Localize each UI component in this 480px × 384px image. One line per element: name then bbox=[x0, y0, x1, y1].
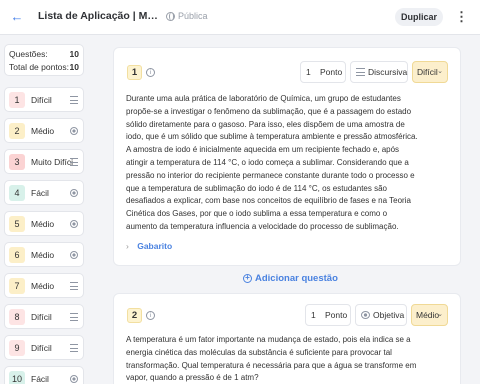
nav-number: 8 bbox=[9, 309, 25, 325]
nav-difficulty: Difícil bbox=[31, 343, 52, 353]
question-type: Discursiva bbox=[368, 67, 408, 77]
nav-item-question-9[interactable]: 9 Difícil bbox=[4, 335, 84, 360]
nav-item-question-4[interactable]: 4 Fácil bbox=[4, 180, 84, 205]
nav-difficulty: Muito Difícil bbox=[31, 157, 73, 167]
info-icon[interactable]: i bbox=[146, 68, 155, 77]
more-options-icon[interactable]: ⋮ bbox=[455, 8, 468, 26]
duplicate-button[interactable]: Duplicar bbox=[395, 8, 443, 26]
question-number: 1 bbox=[127, 65, 142, 80]
difficulty-selector[interactable]: Médio ⌄ bbox=[411, 304, 448, 326]
discursive-icon bbox=[70, 344, 78, 352]
objective-icon bbox=[70, 220, 78, 228]
points-label: Total de pontos: bbox=[9, 62, 70, 72]
nav-number: 4 bbox=[9, 185, 25, 201]
points-unit: Ponto bbox=[320, 67, 343, 77]
back-arrow-icon[interactable]: ← bbox=[8, 8, 26, 26]
page-title: Lista de Aplicação | Mudanças bbox=[38, 10, 160, 22]
difficulty-label: Médio bbox=[416, 310, 440, 320]
difficulty-selector[interactable]: Difícil ⌄ bbox=[412, 61, 448, 83]
add-question-button[interactable]: + Adicionar questão bbox=[243, 273, 338, 284]
chevron-right-icon: › bbox=[126, 241, 129, 251]
points-total: 10 bbox=[69, 62, 79, 72]
plus-circle-icon: + bbox=[243, 274, 252, 283]
objective-icon bbox=[361, 311, 370, 319]
info-icon[interactable]: i bbox=[146, 311, 155, 320]
chevron-down-icon: ⌄ bbox=[437, 68, 443, 75]
nav-difficulty: Médio bbox=[31, 126, 55, 136]
difficulty-label: Difícil bbox=[417, 67, 438, 77]
question-type-selector[interactable]: Discursiva bbox=[350, 61, 408, 83]
nav-difficulty: Médio bbox=[31, 281, 55, 291]
nav-difficulty: Médio bbox=[31, 250, 55, 260]
nav-difficulty: Difícil bbox=[31, 312, 52, 322]
answer-toggle[interactable]: › Gabarito bbox=[126, 241, 172, 251]
objective-icon bbox=[70, 189, 78, 197]
globe-icon bbox=[166, 11, 175, 21]
nav-item-question-5[interactable]: 5 Médio bbox=[4, 211, 84, 236]
nav-item-question-2[interactable]: 2 Médio bbox=[4, 118, 84, 143]
nav-number: 2 bbox=[9, 123, 25, 139]
discursive-icon bbox=[70, 282, 78, 290]
nav-item-question-7[interactable]: 7 Médio bbox=[4, 273, 84, 298]
visibility-indicator: Pública bbox=[166, 11, 208, 21]
top-bar: ← Lista de Aplicação | Mudanças Pública … bbox=[0, 0, 480, 35]
points-selector[interactable]: 1 Ponto bbox=[300, 61, 346, 83]
objective-icon bbox=[70, 375, 78, 383]
question-type: Objetiva bbox=[373, 310, 405, 320]
question-type-selector[interactable]: Objetiva bbox=[355, 304, 407, 326]
questions-count: 10 bbox=[69, 49, 79, 59]
nav-difficulty: Difícil bbox=[31, 95, 52, 105]
nav-number: 10 bbox=[9, 371, 25, 384]
nav-difficulty: Fácil bbox=[31, 374, 49, 384]
nav-difficulty: Médio bbox=[31, 219, 55, 229]
visibility-label: Pública bbox=[178, 11, 208, 21]
points-selector[interactable]: 1 Ponto bbox=[305, 304, 351, 326]
list-stats: Questões: 10 Total de pontos: 10 bbox=[4, 44, 84, 76]
discursive-icon bbox=[70, 313, 78, 321]
points-value: 1 bbox=[306, 67, 311, 77]
nav-item-question-1[interactable]: 1 Difícil bbox=[4, 87, 84, 112]
nav-item-question-6[interactable]: 6 Médio bbox=[4, 242, 84, 267]
nav-number: 6 bbox=[9, 247, 25, 263]
points-unit: Ponto bbox=[325, 310, 348, 320]
objective-icon bbox=[70, 251, 78, 259]
question-card-1: 1 i 1 Ponto Discursiva Difícil ⌄ Durante… bbox=[113, 47, 461, 266]
question-text: Durante uma aula prática de laboratório … bbox=[126, 94, 418, 231]
nav-number: 5 bbox=[9, 216, 25, 232]
question-number: 2 bbox=[127, 308, 142, 323]
nav-number: 7 bbox=[9, 278, 25, 294]
nav-number: 9 bbox=[9, 340, 25, 356]
discursive-icon bbox=[356, 68, 365, 76]
answer-label: Gabarito bbox=[137, 241, 173, 251]
add-question-label: Adicionar questão bbox=[255, 273, 338, 284]
nav-item-question-10[interactable]: 10 Fácil bbox=[4, 366, 84, 384]
nav-number: 1 bbox=[9, 92, 25, 108]
chevron-down-icon: ⌄ bbox=[437, 311, 443, 318]
objective-icon bbox=[70, 127, 78, 135]
points-value: 1 bbox=[311, 310, 316, 320]
nav-item-question-8[interactable]: 8 Difícil bbox=[4, 304, 84, 329]
discursive-icon bbox=[70, 96, 78, 104]
question-text: A temperatura é um fator importante na m… bbox=[126, 335, 417, 383]
discursive-icon bbox=[70, 158, 78, 166]
nav-number: 3 bbox=[9, 154, 25, 170]
nav-difficulty: Fácil bbox=[31, 188, 49, 198]
questions-label: Questões: bbox=[9, 49, 48, 59]
question-card-2: 2 i 1 Ponto Objetiva Médio ⌄ A temperatu… bbox=[113, 293, 461, 384]
nav-item-question-3[interactable]: 3 Muito Difícil bbox=[4, 149, 84, 174]
